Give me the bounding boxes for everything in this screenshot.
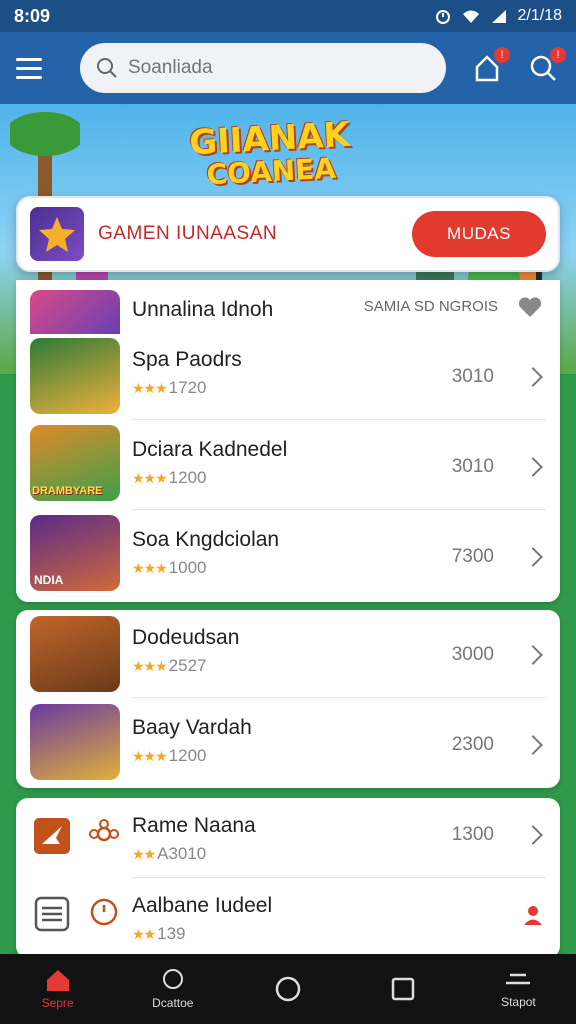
game-icon-label: NDIA	[34, 573, 64, 587]
list-item[interactable]: NDIA Soa Kngdciolan ★★★ 1000 7300	[16, 510, 560, 600]
search-bar[interactable]	[80, 43, 446, 93]
rating-stars: ★★★	[132, 559, 168, 576]
notifications-button[interactable]: !	[470, 47, 510, 85]
rating-stars: ★★★	[132, 657, 168, 674]
wifi-icon	[462, 10, 479, 23]
banner-title: GIIANAK COANEA	[188, 115, 352, 192]
game-name: Rame Naana	[132, 814, 256, 837]
game-list-section-2: Dodeudsan ★★★ 2527 3000 Baay Vardah ★★★ 12…	[16, 610, 560, 788]
status-date: 2/1/18	[517, 7, 562, 24]
search-badge: !	[550, 47, 566, 63]
search-button[interactable]: !	[526, 47, 566, 85]
menu-button[interactable]	[16, 48, 56, 88]
game-icon: DRAMBYARE	[30, 425, 120, 501]
app-bar: ! !	[0, 32, 576, 104]
list-item[interactable]: Aalbane Iudeel ★★ 139	[16, 878, 560, 958]
status-right: 2/1/18	[434, 7, 562, 25]
chevron-right-icon[interactable]	[523, 645, 543, 665]
chevron-right-icon[interactable]	[523, 735, 543, 755]
nav-label: Stapot	[501, 995, 536, 1009]
status-time: 8:09	[14, 5, 51, 26]
status-bar: 8:09 2/1/18	[0, 0, 576, 32]
nav-label: Sepre	[41, 996, 74, 1010]
list-icon	[34, 896, 70, 932]
rating-stars: ★★★	[132, 379, 168, 396]
game-icon	[30, 290, 120, 334]
heart-icon[interactable]	[518, 296, 542, 318]
rating-stars: ★★	[132, 925, 156, 942]
flower-icon	[89, 819, 119, 842]
rating-stars: ★★★	[132, 469, 168, 486]
list-item[interactable]: Baay Vardah ★★★ 1200 2300	[16, 698, 560, 788]
game-value: 1300	[451, 824, 494, 845]
nav-discover[interactable]: Dcattoe	[115, 954, 230, 1024]
game-list-section-1: Unnalina Idnoh SAMIA SD NGROIS Spa Paodr…	[16, 280, 560, 602]
rating-count: 1200	[168, 468, 207, 487]
game-name: Soa Kngdciolan	[132, 528, 280, 551]
rating-count: 2527	[168, 656, 207, 675]
chevron-right-icon[interactable]	[523, 547, 543, 567]
rating-count: A3010	[157, 844, 207, 863]
chevron-right-icon[interactable]	[523, 825, 543, 845]
game-icon	[30, 616, 120, 692]
nav-recents[interactable]	[346, 954, 461, 1024]
game-name: Aalbane Iudeel	[132, 894, 273, 917]
rating-count: 1200	[168, 746, 207, 765]
bottom-nav: Sepre Dcattoe Stapot	[0, 954, 576, 1024]
list-header-row[interactable]: Unnalina Idnoh SAMIA SD NGROIS	[16, 280, 560, 334]
chat-icon	[162, 969, 183, 989]
square-icon	[391, 977, 415, 1001]
game-value: 3010	[451, 366, 494, 387]
game-icon-label: DRAMBYARE	[32, 485, 103, 497]
game-icon	[30, 704, 120, 780]
nav-support[interactable]: Stapot	[461, 954, 576, 1024]
game-value: 2300	[451, 734, 494, 755]
game-value: 3010	[451, 456, 494, 477]
nav-home-button[interactable]	[230, 954, 345, 1024]
game-name: Baay Vardah	[132, 716, 252, 739]
notification-badge: !	[494, 47, 510, 63]
search-input[interactable]	[128, 57, 408, 79]
rating-stars: ★★★	[132, 747, 168, 764]
home-icon	[46, 970, 69, 991]
menu-lines-icon	[506, 973, 531, 985]
list-item[interactable]: Rame Naana ★★ A3010 1300	[16, 798, 560, 878]
list-item[interactable]: DRAMBYARE Dciara Kadnedel ★★★ 1200 3010	[16, 420, 560, 510]
game-name: Dciara Kadnedel	[132, 438, 288, 461]
game-icon	[30, 338, 120, 414]
game-value: 3000	[451, 644, 494, 665]
plane-icon	[34, 818, 70, 854]
game-value: 7300	[451, 546, 494, 567]
rating-count: 1000	[168, 558, 207, 577]
star-icon	[39, 217, 75, 252]
rating-count: 1720	[168, 378, 207, 397]
featured-action-button[interactable]: MUDAS	[412, 211, 546, 257]
rating-stars: ★★	[132, 845, 156, 862]
list-header-name: Unnalina Idnoh	[132, 298, 274, 321]
featured-game-name: GAMEN IUNAASAN	[98, 223, 278, 244]
game-icon: NDIA	[30, 515, 120, 591]
circle-icon	[275, 976, 301, 1002]
alarm-icon	[435, 10, 450, 24]
chevron-right-icon[interactable]	[523, 367, 543, 387]
game-name: Spa Paodrs	[132, 348, 242, 371]
featured-game-card[interactable]: GAMEN IUNAASAN MUDAS	[16, 196, 560, 272]
nav-home[interactable]: Sepre	[0, 954, 115, 1024]
game-list-section-3: Rame Naana ★★ A3010 1300 Aalbane Iudeel ★…	[16, 798, 560, 958]
signal-icon	[491, 10, 506, 23]
search-icon	[97, 58, 117, 78]
list-item[interactable]: Dodeudsan ★★★ 2527 3000	[16, 610, 560, 698]
list-item[interactable]: Spa Paodrs ★★★ 1720 3010	[16, 334, 560, 420]
nav-label: Dcattoe	[152, 996, 194, 1010]
banner-title-line2: COANEA	[205, 151, 337, 192]
rating-count: 139	[157, 924, 186, 943]
featured-game-icon	[30, 207, 84, 261]
chevron-right-icon[interactable]	[523, 457, 543, 477]
list-header-meta: SAMIA SD NGROIS	[363, 298, 498, 315]
game-name: Dodeudsan	[132, 626, 240, 649]
clock-icon	[90, 898, 118, 926]
user-icon[interactable]	[522, 904, 544, 926]
